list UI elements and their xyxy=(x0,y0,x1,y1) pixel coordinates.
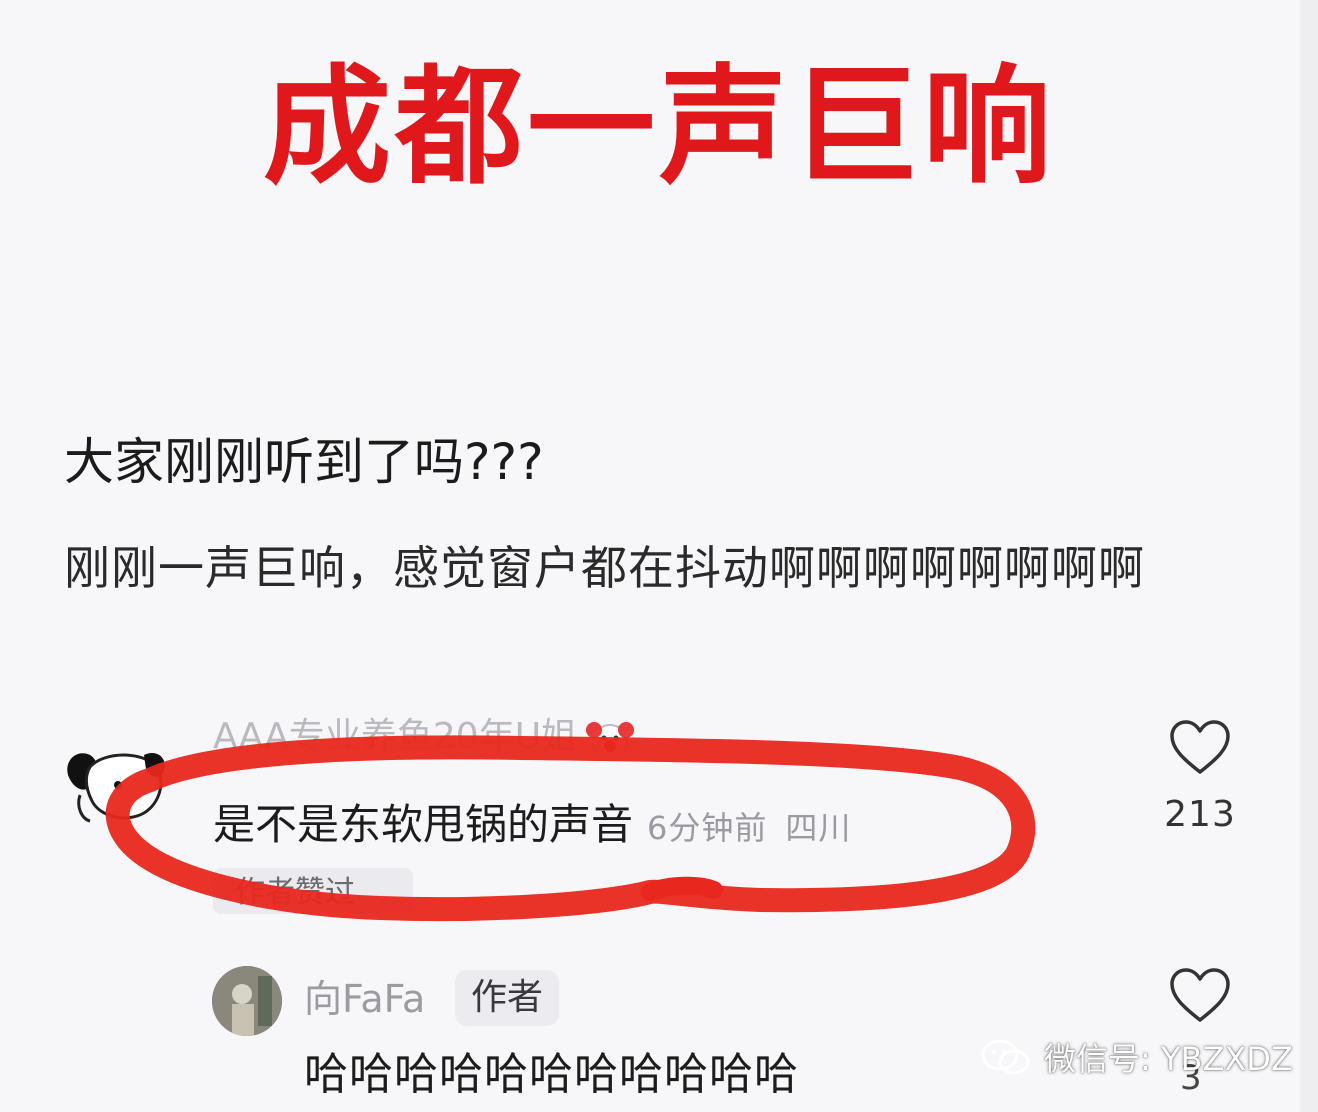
reply-like[interactable] xyxy=(1160,966,1240,1030)
post-page: 成都一声巨响 大家刚刚听到了吗??? 刚刚一声巨响，感觉窗户都在抖动啊啊啊啊啊啊… xyxy=(0,0,1318,1112)
clown-emoji-icon xyxy=(586,722,635,752)
author-liked-badge: 作者赞过 xyxy=(213,868,413,914)
dog-avatar-icon[interactable] xyxy=(60,745,170,825)
comment-username[interactable]: AAA专业养鱼20年U姐 xyxy=(213,712,635,752)
avatar-image-icon xyxy=(212,966,282,1036)
wechat-watermark: 微信号: YBZXDZ xyxy=(980,1032,1293,1082)
post-body: 刚刚一声巨响，感觉窗户都在抖动啊啊啊啊啊啊啊啊 xyxy=(64,541,1145,595)
headline: 成都一声巨响 xyxy=(262,53,1055,202)
heart-icon[interactable] xyxy=(1168,718,1232,778)
reply-text: 哈哈哈哈哈哈哈哈哈哈哈 xyxy=(304,1049,799,1100)
comment-region: 四川 xyxy=(785,809,852,847)
heart-icon[interactable] xyxy=(1168,966,1232,1026)
comment-time: 6分钟前 xyxy=(647,809,768,847)
wechat-icon xyxy=(981,1039,1030,1075)
comment-like-count: 213 xyxy=(1164,794,1236,835)
watermark-text: 微信号: YBZXDZ xyxy=(1044,1040,1293,1078)
reply-username[interactable]: 向FaFa xyxy=(304,972,425,1026)
comment-like[interactable]: 213 xyxy=(1160,718,1240,835)
comment-meta: 6分钟前 四川 xyxy=(647,809,851,847)
author-badge: 作者 xyxy=(455,970,559,1026)
reply-avatar[interactable] xyxy=(212,966,282,1036)
comment-text: 是不是东软甩锅的声音 6分钟前 四川 xyxy=(213,795,851,858)
comment-content: 是不是东软甩锅的声音 xyxy=(213,800,634,849)
post-title: 大家刚刚听到了吗??? xyxy=(64,433,544,491)
